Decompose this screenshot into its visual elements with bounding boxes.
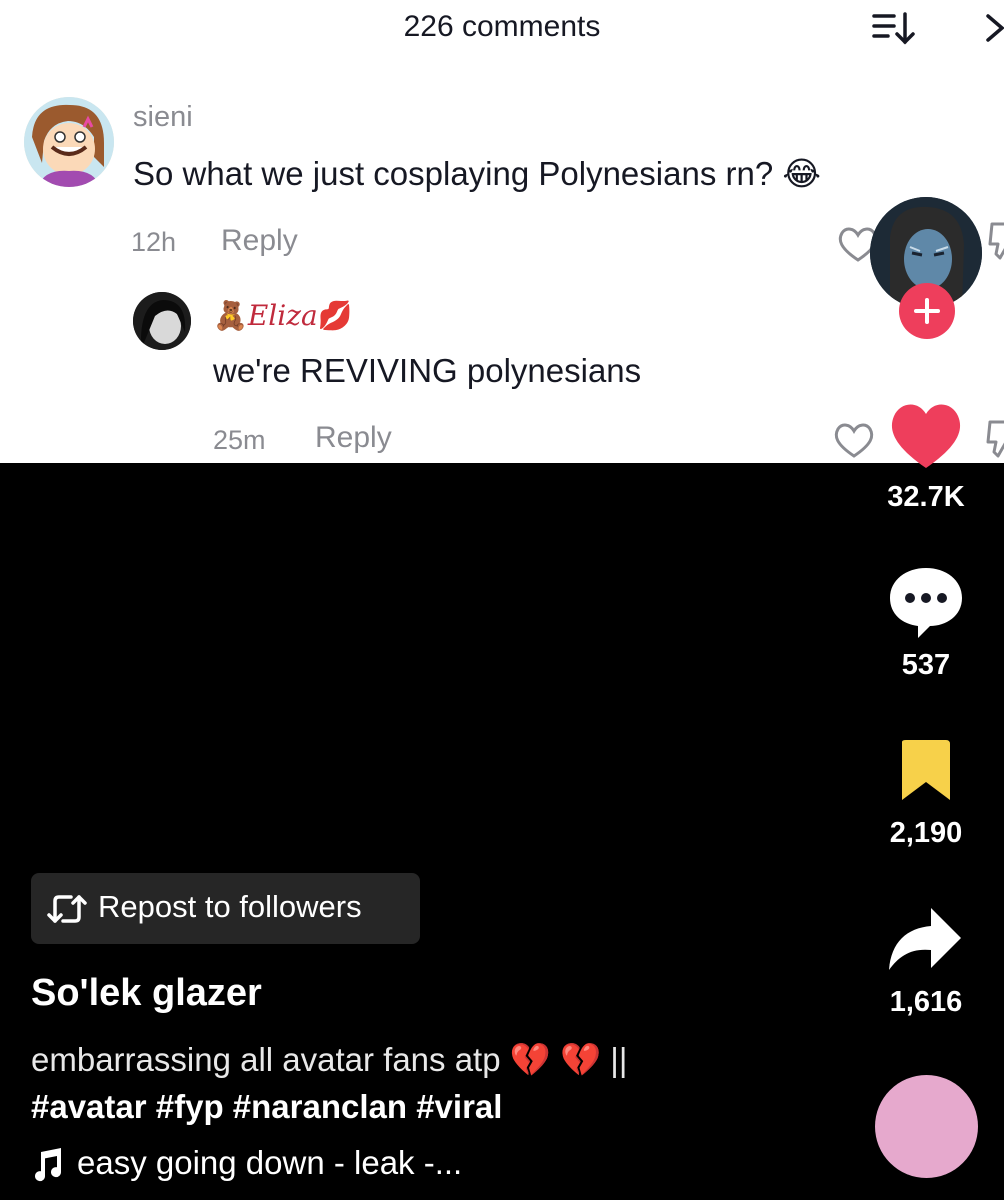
reply-text: we're REVIVING polynesians xyxy=(213,352,642,389)
dislike-icon[interactable] xyxy=(986,220,1004,264)
reply-button[interactable]: Reply xyxy=(221,224,298,258)
comments-panel: 226 comments sieni So what we just cospl… xyxy=(0,0,1004,463)
avatar[interactable] xyxy=(24,97,114,187)
caption-hashtags[interactable]: #avatar #fyp #naranclan #viral xyxy=(31,1083,751,1130)
video-caption: embarrassing all avatar fans atp 💔 💔 || … xyxy=(31,1036,751,1130)
save-count: 2,190 xyxy=(889,817,963,849)
reply-time: 25m xyxy=(213,425,266,455)
comments-count-title: 226 comments xyxy=(403,10,601,43)
heart-outline-icon[interactable] xyxy=(832,420,876,460)
comment-bubble-icon[interactable] xyxy=(888,566,964,640)
caption-text: embarrassing all avatar fans atp 💔 💔 || xyxy=(31,1041,628,1078)
bookmark-icon[interactable] xyxy=(898,738,954,802)
music-title: easy going down - leak -... xyxy=(77,1144,463,1181)
dislike-icon[interactable] xyxy=(984,418,1004,462)
reply-button[interactable]: Reply xyxy=(315,421,392,455)
reply-username[interactable]: 🧸𝐸𝑙𝑖𝑧𝑎💋 xyxy=(213,299,353,332)
repost-icon xyxy=(47,895,87,923)
comment-time: 12h xyxy=(131,227,177,257)
plus-icon xyxy=(914,298,940,324)
author-name[interactable]: So'lek glazer xyxy=(31,972,262,1015)
comment-count: 537 xyxy=(901,649,951,681)
avatar-image xyxy=(24,97,114,187)
avatar[interactable] xyxy=(133,292,191,350)
repost-label: Repost to followers xyxy=(98,889,362,924)
follow-button[interactable] xyxy=(899,283,955,339)
sort-icon[interactable] xyxy=(870,8,916,48)
repost-button[interactable]: Repost to followers xyxy=(31,873,420,944)
comment-text: So what we just cosplaying Polynesians r… xyxy=(133,155,821,192)
share-arrow-icon[interactable] xyxy=(887,904,963,974)
share-count: 1,616 xyxy=(889,986,963,1018)
heart-icon[interactable] xyxy=(886,398,966,470)
like-count: 32.7K xyxy=(887,481,965,513)
close-icon[interactable] xyxy=(982,10,1004,46)
music-note-icon xyxy=(35,1148,62,1182)
music-disc[interactable] xyxy=(875,1075,978,1178)
comment-username[interactable]: sieni xyxy=(133,101,193,134)
avatar-image xyxy=(133,292,191,350)
